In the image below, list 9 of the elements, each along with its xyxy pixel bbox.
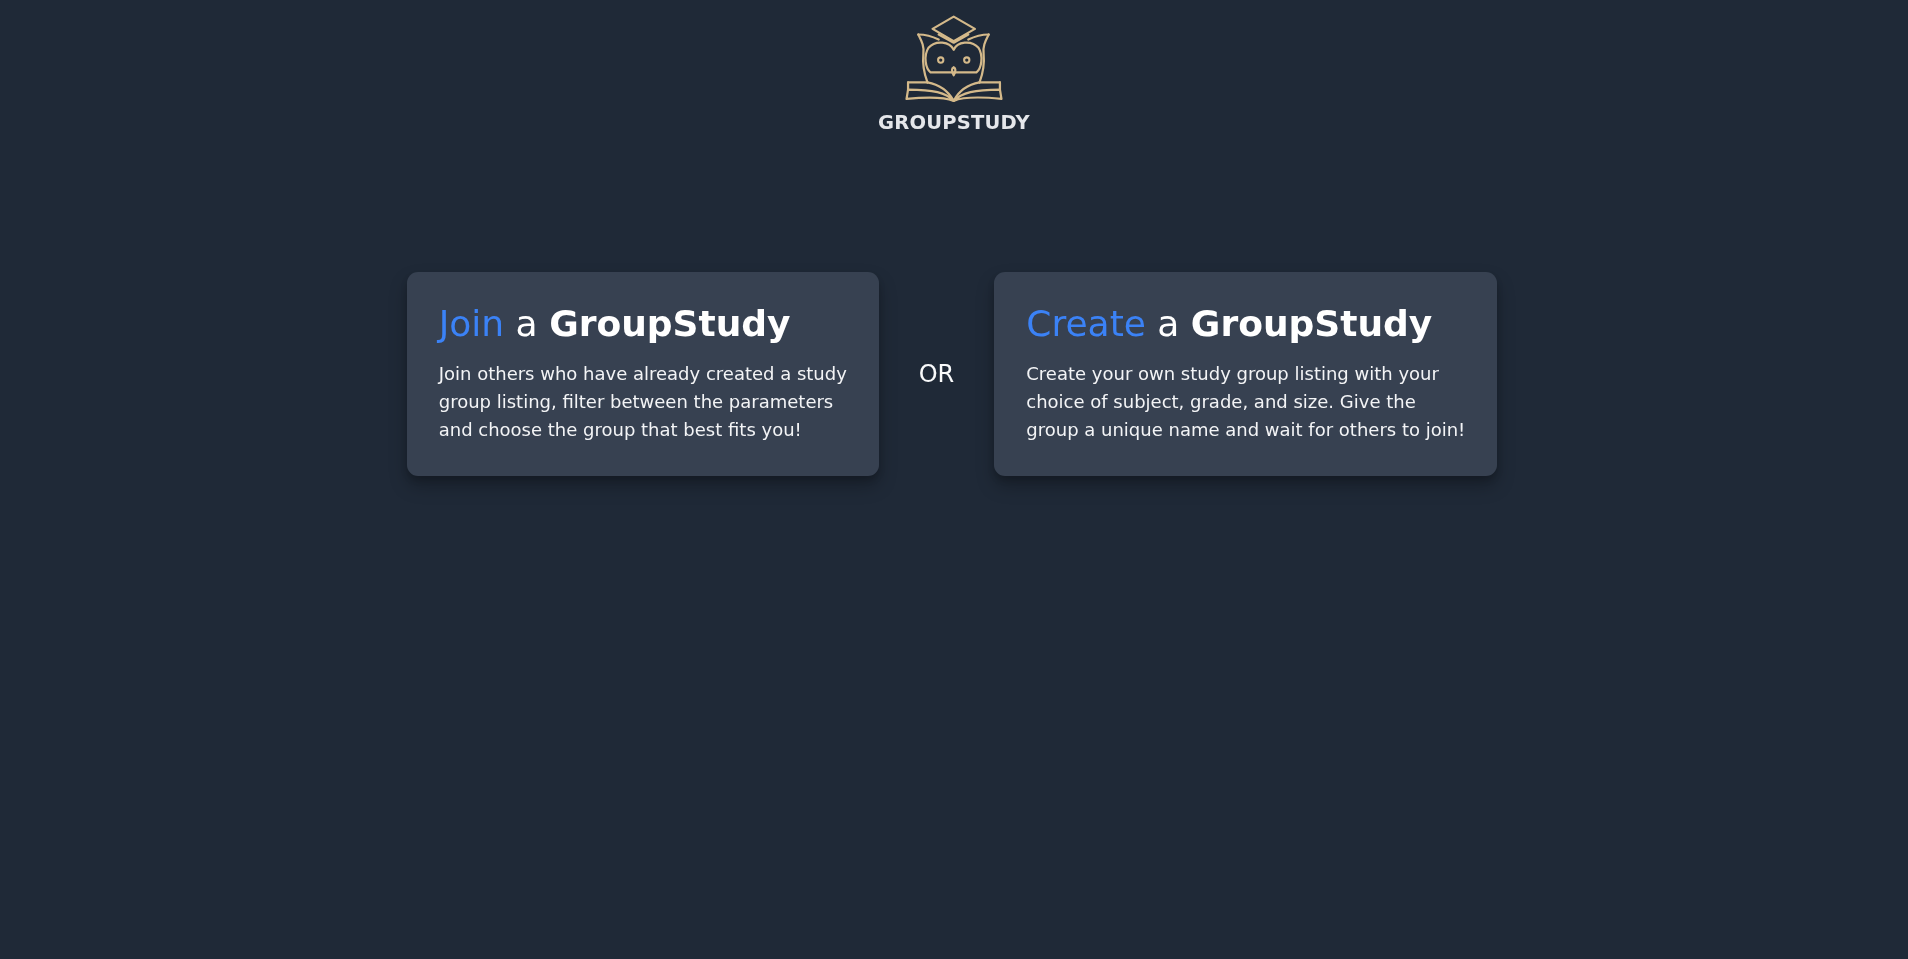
card-description: Join others who have already created a study group listing, filter between the parameters and choose the group that best fits you! [438,362,848,442]
card-description: Create your own study group listing with your choice of subject, grade, and size. Give the group a unique name and wait for others to join! [1026,362,1467,442]
brand-name: GROUPSTUDY [878,111,1030,135]
separator-text: OR [918,360,955,388]
card-title: Join a GroupStudy [438,304,792,344]
option-card[interactable]: Join a GroupStudy Join others who have already created a study group listing, filter between the parameters and choose the group that best fits you! [406,272,879,476]
owl-book-logo-icon [905,15,1003,103]
option-card[interactable]: Create a GroupStudy Create your own study group listing with your choice of subject, grade, and size. Give the group a unique name and wait for others to join! [994,272,1498,476]
card-title: Create a GroupStudy [1026,304,1434,344]
